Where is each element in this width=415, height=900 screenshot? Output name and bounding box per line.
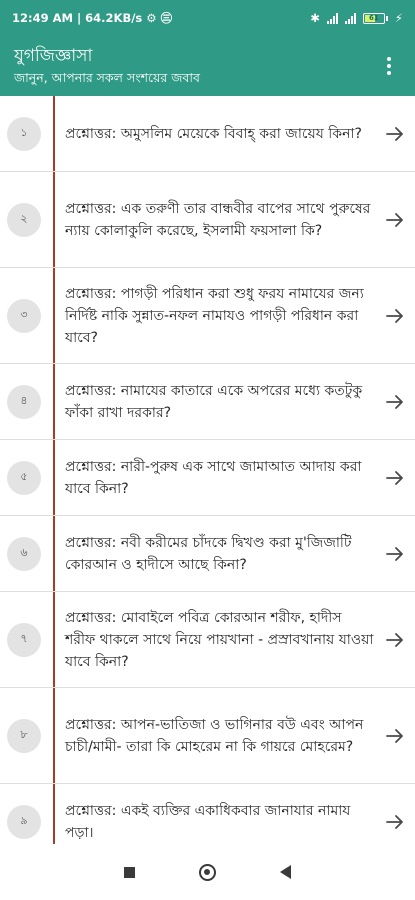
signal-icon-1 [326, 12, 338, 24]
question-text: প্রশ্নোত্তর: আপন-ভাতিজা ও ভাগিনার বউ এবং… [65, 716, 364, 755]
battery-icon: 61 [362, 12, 388, 24]
question-number-badge: ৫ [7, 460, 41, 495]
question-row[interactable]: ৬ প্রশ্নোত্তর: নবী করীমের চাঁদকে দ্বিখণ্ড… [0, 516, 415, 592]
app-bar: যুগজিজ্ঞাসা জানুন, আপনার সকল সংশয়ের জবা… [0, 36, 415, 96]
arrow-right-icon[interactable] [375, 630, 415, 650]
arrow-right-icon[interactable] [375, 726, 415, 746]
question-text: প্রশ্নোত্তর: নারী-পুরুষ এক সাথে জামাআত আ… [65, 458, 362, 497]
charging-icon: ⚡ [394, 11, 403, 25]
question-row[interactable]: ৩ প্রশ্নোত্তর: পাগড়ী পরিধান করা শুধু ফরয… [0, 268, 415, 364]
question-number-badge: ৬ [7, 536, 41, 571]
screen: 12:49 AM | 64.2KB/s ⚙ ㊂ ✱ 61 ⚡ যুগজিজ্ঞা… [0, 0, 415, 900]
status-icons: ✱ 61 ⚡ [310, 11, 403, 25]
status-time-and-speed: 12:49 AM | 64.2KB/s ⚙ ㊂ [12, 11, 173, 25]
question-row[interactable]: ১ প্রশ্নোত্তর: অমুসলিম মেয়েকে বিবাহ্ করা… [0, 96, 415, 172]
accent-divider [53, 592, 55, 687]
question-list: ১ প্রশ্নোত্তর: অমুসলিম মেয়েকে বিবাহ্ করা… [0, 96, 415, 860]
app-title: যুগজিজ্ঞাসা [14, 46, 93, 66]
accent-divider [53, 96, 55, 171]
arrow-right-icon[interactable] [375, 468, 415, 488]
arrow-right-icon[interactable] [375, 812, 415, 832]
question-row[interactable]: ৭ প্রশ্নোত্তর: মোবাইলে পবিত্র কোরআন শরীফ,… [0, 592, 415, 688]
navigation-bar [0, 844, 415, 900]
question-number-badge: ৯ [7, 804, 41, 839]
title-block: যুগজিজ্ঞাসা জানুন, আপনার সকল সংশয়ের জবা… [14, 45, 371, 87]
bluetooth-icon: ✱ [310, 11, 320, 25]
question-number-badge: ৮ [7, 718, 41, 753]
more-vert-icon[interactable] [371, 46, 407, 86]
back-button[interactable] [266, 852, 306, 892]
question-text: প্রশ্নোত্তর: নামাযের কাতারে একে অপরের মধ… [65, 382, 363, 421]
question-text: প্রশ্নোত্তর: পাগড়ী পরিধান করা শুধু ফরয … [65, 285, 364, 346]
question-number-badge: ৭ [7, 622, 41, 657]
arrow-right-icon[interactable] [375, 306, 415, 326]
question-number-badge: ৩ [7, 298, 41, 333]
recents-button[interactable] [109, 852, 149, 892]
signal-icon-2 [344, 12, 356, 24]
accent-divider [53, 172, 55, 267]
accent-divider [53, 440, 55, 515]
question-text: প্রশ্নোত্তর: এক তরুণী তার বান্ধবীর বাপের… [65, 200, 371, 239]
question-text: প্রশ্নোত্তর: একই ব্যক্তির একাধিকবার জানা… [65, 802, 351, 841]
question-row[interactable]: ৫ প্রশ্নোত্তর: নারী-পুরুষ এক সাথে জামাআত … [0, 440, 415, 516]
battery-level: 61 [369, 13, 379, 22]
home-button[interactable] [187, 852, 227, 892]
arrow-right-icon[interactable] [375, 392, 415, 412]
accent-divider [53, 516, 55, 591]
question-text: প্রশ্নোত্তর: অমুসলিম মেয়েকে বিবাহ্ করা … [65, 125, 362, 142]
question-number-badge: ২ [7, 202, 41, 237]
back-icon [280, 865, 292, 879]
arrow-right-icon[interactable] [375, 544, 415, 564]
arrow-right-icon[interactable] [375, 210, 415, 230]
app-subtitle: জানুন, আপনার সকল সংশয়ের জবাব [14, 70, 200, 85]
arrow-right-icon[interactable] [375, 124, 415, 144]
home-icon [198, 863, 216, 881]
recents-icon [123, 866, 135, 878]
question-text: প্রশ্নোত্তর: নবী করীমের চাঁদকে দ্বিখণ্ড … [65, 534, 352, 573]
status-bar: 12:49 AM | 64.2KB/s ⚙ ㊂ ✱ 61 ⚡ [0, 0, 415, 36]
accent-divider [53, 688, 55, 783]
question-number-badge: ৪ [7, 384, 41, 419]
accent-divider [53, 268, 55, 363]
question-number-badge: ১ [7, 116, 41, 151]
accent-divider [53, 364, 55, 439]
question-row[interactable]: ৮ প্রশ্নোত্তর: আপন-ভাতিজা ও ভাগিনার বউ এব… [0, 688, 415, 784]
question-row[interactable]: ২ প্রশ্নোত্তর: এক তরুণী তার বান্ধবীর বাপে… [0, 172, 415, 268]
question-text: প্রশ্নোত্তর: মোবাইলে পবিত্র কোরআন শরীফ, … [65, 609, 374, 670]
question-row[interactable]: ৪ প্রশ্নোত্তর: নামাযের কাতারে একে অপরের ম… [0, 364, 415, 440]
